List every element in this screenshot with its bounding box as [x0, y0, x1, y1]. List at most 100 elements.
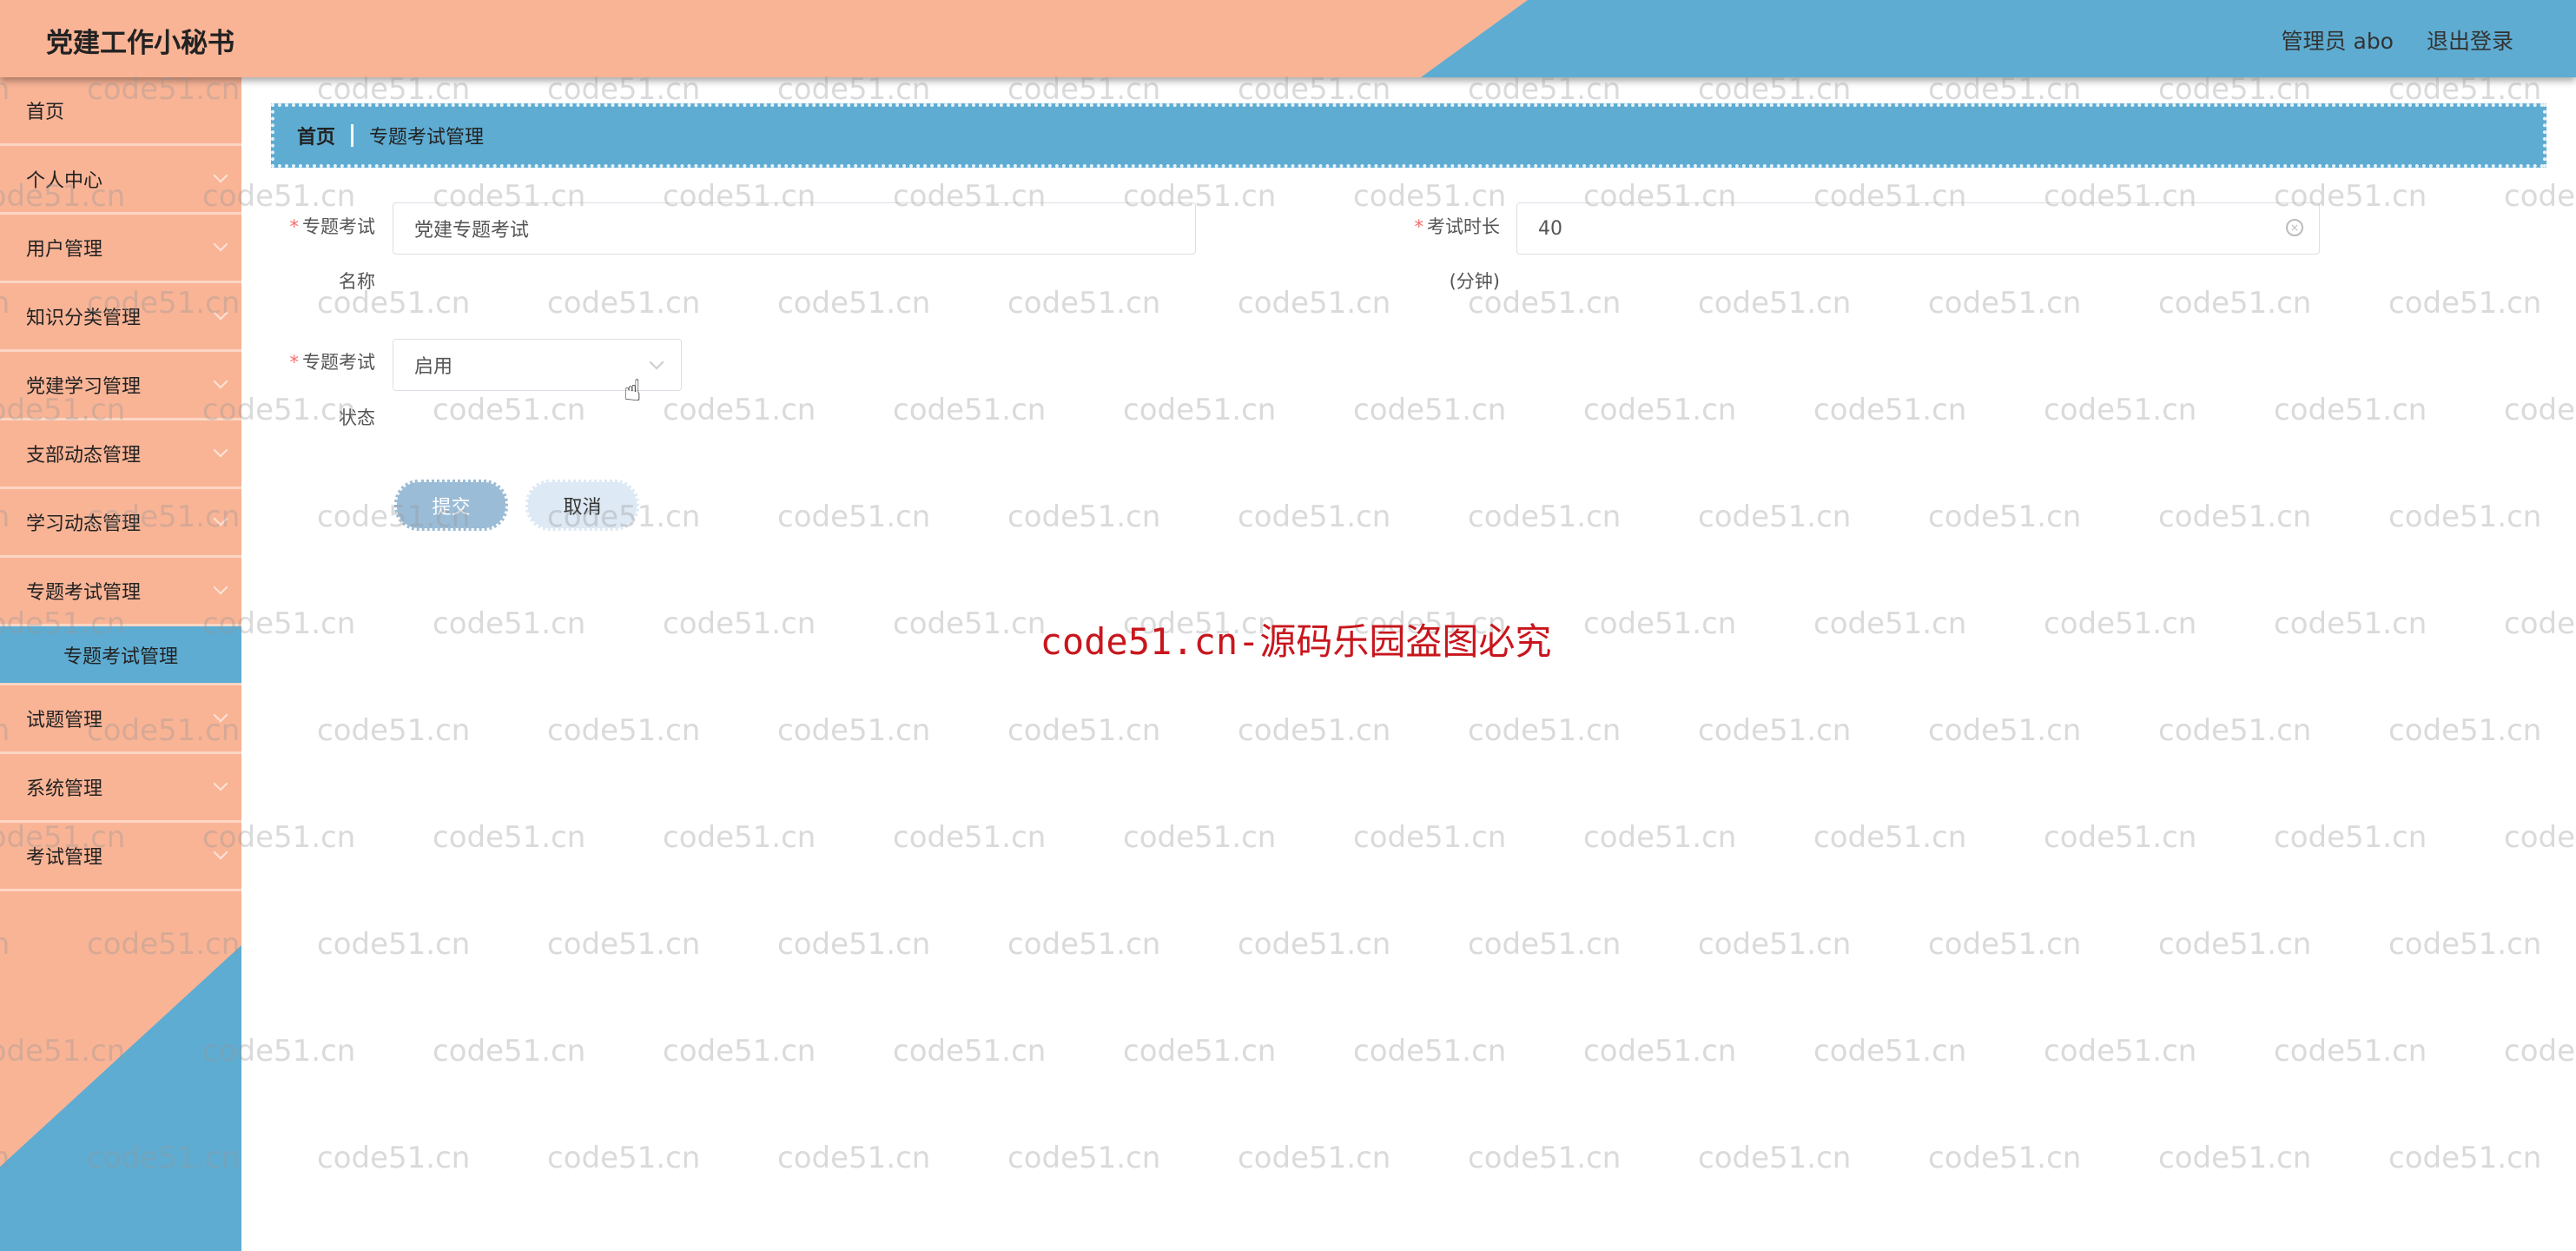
- logout-link[interactable]: 退出登录: [2427, 24, 2513, 56]
- watermark: code51.cn: [893, 820, 1047, 855]
- watermark: code51.cn: [547, 927, 701, 962]
- sidebar-item-label: 知识分类管理: [26, 308, 142, 329]
- watermark: code51.cn: [1583, 393, 1737, 427]
- watermark: code51.cn: [1007, 927, 1161, 962]
- watermark: code51.cn: [1928, 286, 2082, 321]
- sidebar-item-label: 用户管理: [26, 239, 103, 261]
- watermark: code51.cn: [1007, 286, 1161, 321]
- sidebar-item[interactable]: 用户管理: [0, 215, 241, 283]
- breadcrumb-home[interactable]: 首页: [297, 122, 335, 149]
- watermark: code51.cn: [1353, 1034, 1507, 1069]
- duration-input[interactable]: 40 ×: [1516, 202, 2320, 255]
- watermark: code51.cn: [1468, 72, 1622, 107]
- sidebar-item-label: 考试管理: [26, 847, 103, 869]
- status-label-line2: 状态: [339, 407, 375, 428]
- duration-label: * 考试时长: [1414, 216, 1501, 237]
- watermark: code51.cn: [1238, 286, 1391, 321]
- cancel-button[interactable]: 取消: [525, 480, 639, 531]
- watermark: code51.cn: [433, 820, 586, 855]
- name-label: * 专题考试: [289, 216, 376, 237]
- sidebar-item[interactable]: 支部动态管理: [0, 420, 241, 489]
- watermark: code51.cn: [2044, 606, 2197, 641]
- sidebar-item-label: 专题考试管理: [26, 582, 142, 604]
- watermark: code51.cn: [2158, 500, 2312, 534]
- watermark: code51.cn: [433, 606, 586, 641]
- sidebar-subitem-active[interactable]: 专题考试管理: [0, 626, 241, 685]
- watermark: code51.cn: [2388, 927, 2542, 962]
- watermark: code51.cn: [2388, 1141, 2542, 1175]
- watermark: code51.cn: [2158, 286, 2312, 321]
- chevron-down-icon: [213, 707, 228, 723]
- sidebar-item[interactable]: 知识分类管理: [0, 283, 241, 352]
- sidebar-item[interactable]: 考试管理: [0, 823, 241, 891]
- watermark: code51.cn: [1928, 500, 2082, 534]
- header-accent: [1421, 0, 2576, 77]
- chevron-down-icon: [213, 776, 228, 791]
- chevron-down-icon: [213, 168, 228, 183]
- watermark: code51.cn: [1698, 1141, 1852, 1175]
- watermark: code51.cn: [1007, 72, 1161, 107]
- watermark: code51.cn: [2044, 820, 2197, 855]
- sidebar-item[interactable]: 党建学习管理: [0, 352, 241, 420]
- watermark: code51.cn: [1698, 500, 1852, 534]
- watermark: code51.cn: [777, 286, 931, 321]
- watermark: code51.cn: [2274, 820, 2427, 855]
- sidebar-item-label: 党建学习管理: [26, 376, 142, 398]
- sidebar-item[interactable]: 个人中心: [0, 146, 241, 215]
- watermark: code51.cn: [893, 393, 1047, 427]
- watermark: code51.cn: [1468, 927, 1622, 962]
- sidebar: 首页 个人中心用户管理知识分类管理 党建学习管理 支部动态管理学习动态管理专题考试管理…: [0, 77, 241, 1251]
- watermark: code51.cn: [2504, 820, 2576, 855]
- sidebar-item[interactable]: 试题管理: [0, 685, 241, 754]
- watermark: code51.cn: [1007, 713, 1161, 748]
- watermark: code51.cn: [2504, 1034, 2576, 1069]
- sidebar-item[interactable]: 学习动态管理: [0, 489, 241, 558]
- sidebar-item[interactable]: 系统管理: [0, 754, 241, 823]
- watermark: code51.cn: [663, 606, 816, 641]
- watermark: code51.cn: [317, 713, 471, 748]
- watermark: code51.cn: [1238, 500, 1391, 534]
- watermark: code51.cn: [777, 713, 931, 748]
- breadcrumb-separator: [351, 124, 354, 147]
- watermark: code51.cn: [893, 1034, 1047, 1069]
- watermark: code51.cn: [547, 1141, 701, 1175]
- watermark: code51.cn: [1583, 820, 1737, 855]
- watermark: code51.cn: [777, 72, 931, 107]
- watermark: code51.cn: [2044, 1034, 2197, 1069]
- sidebar-item-label: 系统管理: [26, 778, 103, 800]
- watermark: code51.cn: [2388, 286, 2542, 321]
- watermark: code51.cn: [1698, 927, 1852, 962]
- watermark: code51.cn: [1468, 1141, 1622, 1175]
- watermark: code51.cn: [317, 927, 471, 962]
- sidebar-item-label: 试题管理: [26, 710, 103, 731]
- current-user: 管理员 abo: [2281, 29, 2394, 54]
- watermark: code51.cn: [2044, 393, 2197, 427]
- watermark: code51.cn: [1238, 713, 1391, 748]
- sidebar-item[interactable]: 首页: [0, 77, 241, 146]
- app-title: 党建工作小秘书: [46, 28, 234, 59]
- watermark: code51.cn: [1238, 927, 1391, 962]
- chevron-down-icon: [649, 354, 664, 370]
- watermark: code51.cn: [317, 1141, 471, 1175]
- sidebar-item[interactable]: 专题考试管理: [0, 558, 241, 626]
- watermark: code51.cn: [1698, 286, 1852, 321]
- watermark: code51.cn: [1353, 179, 1507, 214]
- submit-button[interactable]: 提交: [394, 480, 508, 531]
- status-label: * 专题考试: [289, 352, 376, 373]
- chevron-down-icon: [213, 579, 228, 595]
- watermark: code51.cn: [1813, 1034, 1967, 1069]
- watermark-banner: code51.cn-源码乐园盗图必究: [1040, 620, 1552, 663]
- watermark: code51.cn: [1928, 72, 2082, 107]
- sidebar-item-label: 支部动态管理: [26, 445, 142, 467]
- exam-name-input[interactable]: 党建专题考试: [393, 202, 1196, 255]
- watermark: code51.cn: [1007, 500, 1161, 534]
- watermark: code51.cn: [433, 393, 586, 427]
- chevron-down-icon: [213, 844, 228, 860]
- watermark: code51.cn: [547, 713, 701, 748]
- watermark: code51.cn: [547, 72, 701, 107]
- watermark: code51.cn: [1813, 820, 1967, 855]
- name-label-line2: 名称: [339, 271, 375, 292]
- top-header: 党建工作小秘书 管理员 abo 退出登录: [0, 0, 2576, 77]
- clear-icon[interactable]: ×: [2286, 219, 2303, 236]
- watermark: code51.cn: [2158, 72, 2312, 107]
